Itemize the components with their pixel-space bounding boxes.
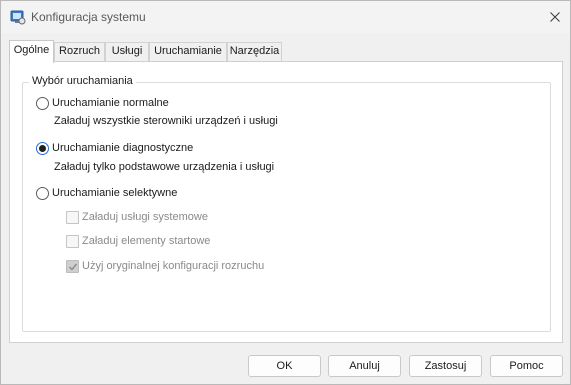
radio-label: Uruchamianie diagnostyczne <box>52 142 194 154</box>
system-configuration-window: Konfiguracja systemu Ogólne Rozruch Usłu… <box>0 0 571 385</box>
title-bar: Konfiguracja systemu <box>1 1 570 33</box>
checkbox <box>66 210 79 224</box>
checkbox-label: Załaduj elementy startowe <box>82 235 211 247</box>
tab-boot[interactable]: Rozruch <box>54 42 105 62</box>
checkbox-checked <box>66 259 79 273</box>
radio-label: Uruchamianie normalne <box>52 97 169 109</box>
tab-general[interactable]: Ogólne <box>9 40 54 63</box>
startup-selection-group: Wybór uruchamiania Uruchamianie normalne… <box>22 75 551 332</box>
checkbox-load-startup-items: Załaduj elementy startowe <box>66 233 210 249</box>
msconfig-icon <box>10 9 26 25</box>
radio-normal-startup[interactable]: Uruchamianie normalne <box>36 95 169 111</box>
checkbox-label: Użyj oryginalnej konfiguracji rozruchu <box>82 260 265 272</box>
window-title: Konfiguracja systemu <box>31 10 146 24</box>
ok-button[interactable]: OK <box>248 355 321 377</box>
radio-button[interactable] <box>36 186 49 200</box>
checkbox-load-system-services: Załaduj usługi systemowe <box>66 209 208 225</box>
radio-button[interactable] <box>36 96 49 110</box>
radio-diagnostic-startup[interactable]: Uruchamianie diagnostyczne <box>36 140 193 156</box>
apply-button[interactable]: Zastosuj <box>409 355 482 377</box>
radio-selective-startup[interactable]: Uruchamianie selektywne <box>36 185 177 201</box>
close-button[interactable] <box>545 7 565 27</box>
radio-button-selected[interactable] <box>36 141 49 155</box>
radio-label: Uruchamianie selektywne <box>52 187 178 199</box>
cancel-button[interactable]: Anuluj <box>328 355 401 377</box>
diagnostic-startup-description: Załaduj tylko podstawowe urządzenia i us… <box>54 161 275 173</box>
help-button[interactable]: Pomoc <box>490 355 563 377</box>
checkbox-use-original-boot-config: Użyj oryginalnej konfiguracji rozruchu <box>66 258 264 274</box>
checkbox-label: Załaduj usługi systemowe <box>82 211 208 223</box>
checkbox <box>66 234 79 248</box>
tab-services[interactable]: Usługi <box>105 42 149 62</box>
general-tab-panel: Wybór uruchamiania Uruchamianie normalne… <box>9 61 563 343</box>
tab-tools[interactable]: Narzędzia <box>227 42 282 62</box>
normal-startup-description: Załaduj wszystkie sterowniki urządzeń i … <box>54 115 278 127</box>
group-legend: Wybór uruchamiania <box>29 75 136 87</box>
checkmark-icon <box>69 263 78 271</box>
tab-startup[interactable]: Uruchamianie <box>149 42 227 62</box>
close-icon <box>550 12 560 22</box>
